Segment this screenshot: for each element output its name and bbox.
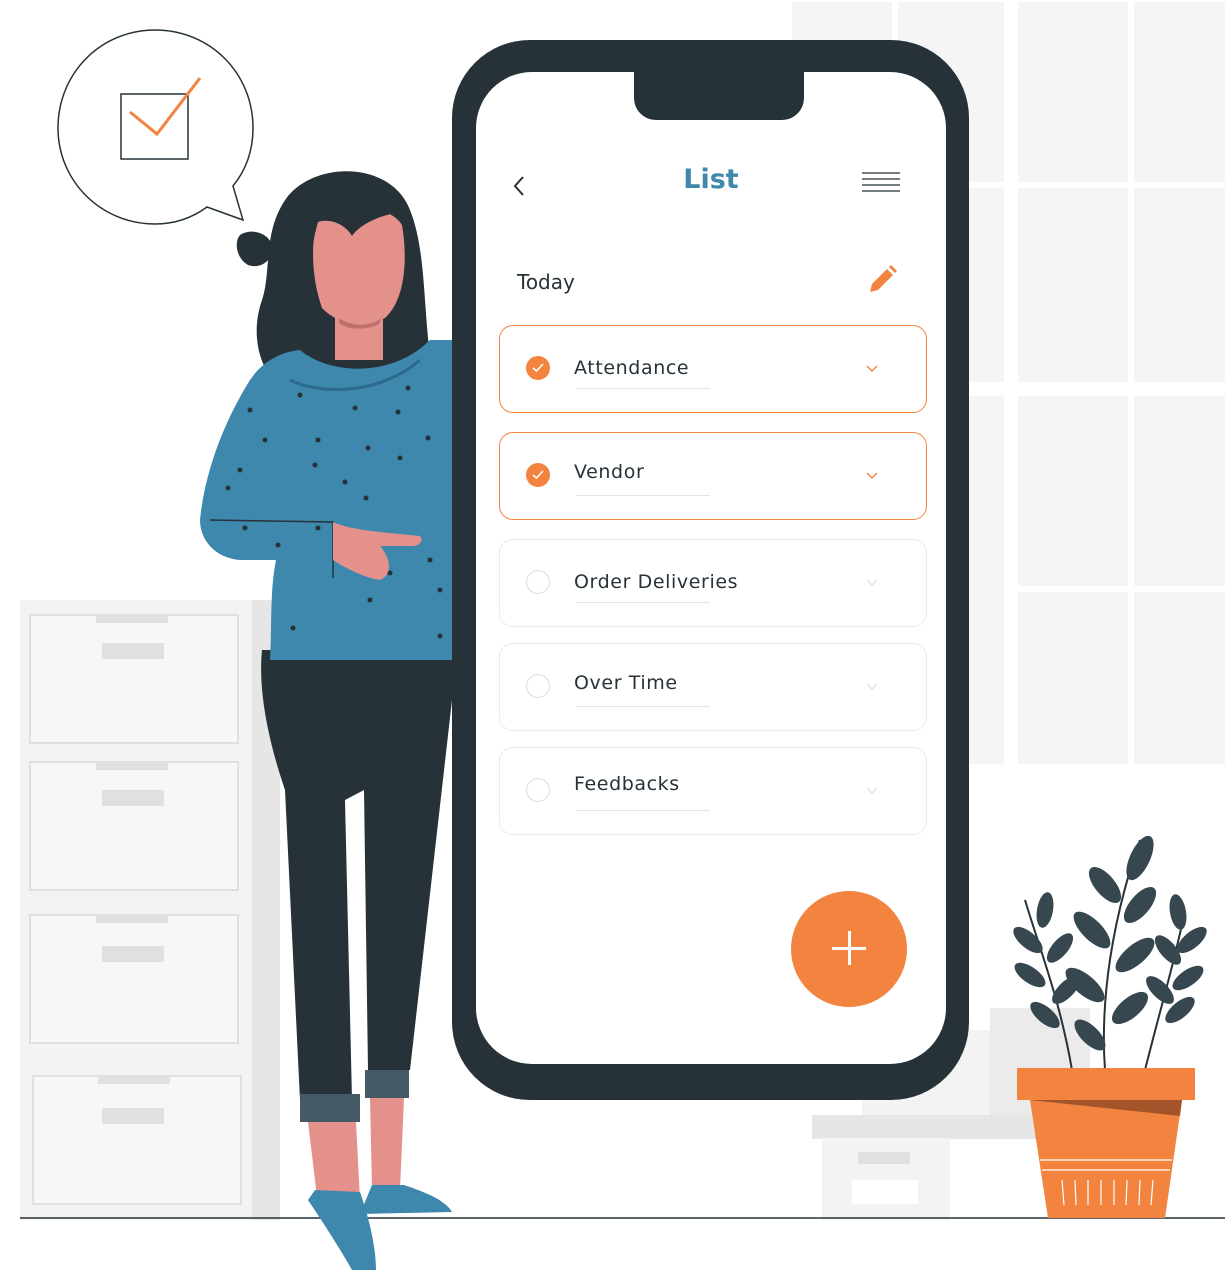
task-checkbox[interactable]	[526, 570, 550, 594]
hamburger-icon	[862, 172, 900, 192]
task-item-vendor[interactable]: Vendor	[499, 432, 927, 520]
speech-bubble-illustration	[57, 29, 254, 225]
filing-cabinet-illustration	[20, 600, 280, 1220]
chevron-down-icon[interactable]	[864, 680, 880, 694]
task-item-attendance[interactable]: Attendance	[499, 325, 927, 413]
add-task-button[interactable]	[791, 891, 907, 1007]
chevron-down-icon[interactable]	[864, 362, 880, 376]
chevron-left-icon	[513, 176, 524, 196]
checkmark-icon	[532, 363, 544, 373]
menu-button[interactable]	[858, 168, 904, 200]
task-label: Attendance	[574, 357, 690, 379]
task-label: Order Deliveries	[574, 571, 739, 593]
task-checkbox[interactable]	[526, 463, 550, 487]
task-underline	[576, 495, 710, 496]
task-label: Feedbacks	[574, 773, 680, 795]
task-underline	[576, 810, 710, 811]
task-label: Vendor	[574, 461, 645, 483]
pencil-icon	[870, 265, 897, 292]
task-underline	[576, 388, 710, 389]
task-underline	[576, 602, 710, 603]
checkmark-icon	[532, 470, 544, 480]
page-title: List	[683, 164, 739, 195]
chevron-down-icon[interactable]	[864, 469, 880, 483]
task-item-order-deliveries[interactable]: Order Deliveries	[499, 539, 927, 627]
task-underline	[576, 706, 710, 707]
task-checkbox[interactable]	[526, 674, 550, 698]
back-button[interactable]	[505, 170, 533, 202]
task-item-over-time[interactable]: Over Time	[499, 643, 927, 731]
task-checkbox[interactable]	[526, 356, 550, 380]
chevron-down-icon[interactable]	[864, 576, 880, 590]
task-item-feedbacks[interactable]: Feedbacks	[499, 747, 927, 835]
task-label: Over Time	[574, 672, 678, 694]
edit-button[interactable]	[862, 262, 900, 300]
phone-notch	[634, 68, 804, 120]
section-label-today: Today	[517, 270, 575, 294]
chevron-down-icon[interactable]	[864, 784, 880, 798]
task-checkbox[interactable]	[526, 778, 550, 802]
